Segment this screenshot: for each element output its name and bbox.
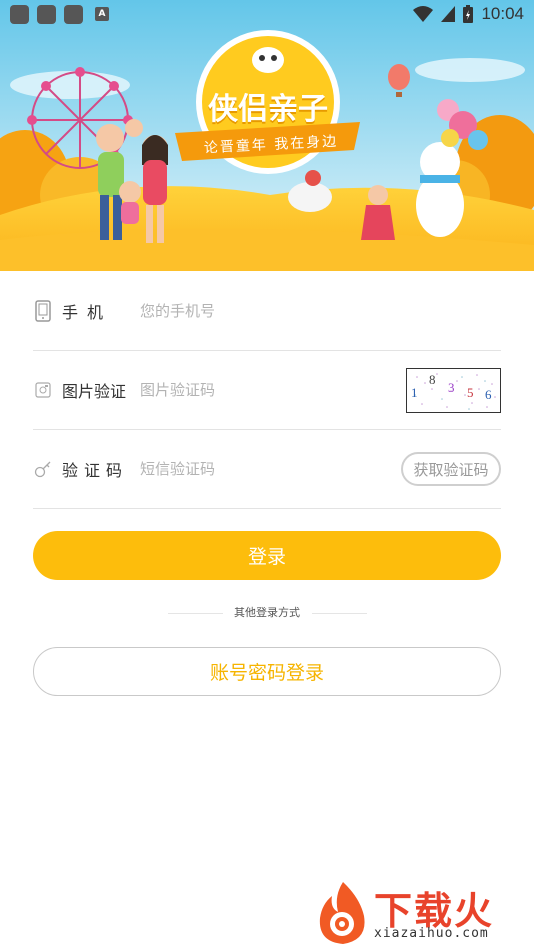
notification-icon (64, 4, 83, 24)
signal-icon (441, 6, 456, 22)
banner-illustration: 侠侣亲子 论晋童年 我在身边 (0, 0, 534, 271)
get-code-button[interactable]: 获取验证码 (401, 452, 501, 486)
status-bar: A 10:04 (0, 0, 534, 28)
watermark-logo: 下载火 xiazaihuo.com (308, 878, 528, 948)
phone-row: 手机 (33, 272, 501, 351)
notification-icon (10, 4, 29, 24)
captcha-digit: 3 (448, 380, 455, 395)
wifi-icon (413, 6, 434, 22)
battery-icon (463, 5, 474, 23)
captcha-image[interactable]: 1 8 3 5 6 (406, 368, 501, 413)
key-icon (33, 457, 53, 481)
image-code-label: 图片验证 (62, 382, 127, 401)
login-button[interactable]: 登录 (33, 531, 501, 580)
notification-icon (37, 4, 56, 24)
account-password-login-button[interactable]: 账号密码登录 (33, 647, 501, 696)
captcha-digit: 8 (429, 372, 436, 387)
image-icon (33, 378, 53, 402)
captcha-digit: 6 (485, 387, 492, 402)
image-code-input[interactable] (140, 381, 370, 399)
flame-icon (319, 882, 365, 944)
sms-code-label: 验证码 (62, 461, 129, 480)
logo-title: 侠侣亲子 (208, 92, 328, 127)
captcha-digit: 1 (411, 385, 418, 400)
phone-icon (33, 299, 53, 323)
keyboard-a-icon: A (95, 7, 109, 21)
captcha-digit: 5 (467, 385, 474, 400)
watermark-url: xiazaihuo.com (374, 926, 489, 941)
other-login-label: 其他登录方式 (234, 606, 300, 619)
sms-code-input[interactable] (140, 460, 370, 478)
sms-code-row: 验证码 获取验证码 (33, 430, 501, 509)
clock: 10:04 (481, 4, 524, 23)
phone-input[interactable] (140, 302, 370, 320)
phone-label: 手机 (62, 303, 113, 322)
image-code-row: 图片验证 1 8 3 5 6 (33, 351, 501, 430)
